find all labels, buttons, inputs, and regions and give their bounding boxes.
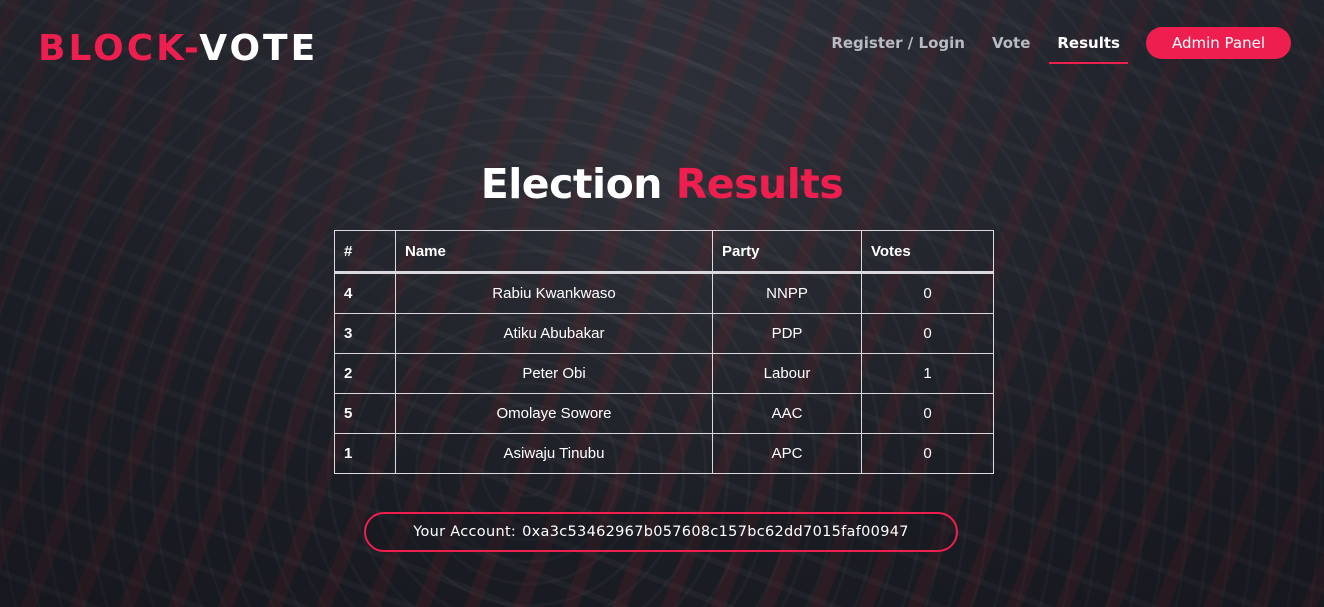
table-row: 3 Atiku Abubakar PDP 0 [334,313,994,354]
table-row: 4 Rabiu Kwankwaso NNPP 0 [334,272,994,314]
nav-vote[interactable]: Vote [992,26,1030,60]
account-address: 0xa3c53462967b057608c157bc62dd7015faf009… [522,524,909,540]
cell-id: 2 [334,353,396,394]
account-label: Your Account: [413,524,517,540]
cell-name: Peter Obi [395,353,713,394]
cell-name: Omolaye Sowore [395,393,713,434]
nav-results[interactable]: Results [1049,26,1128,64]
results-table-head: # Name Party Votes [334,230,994,274]
cell-votes: 0 [861,272,994,314]
header-index: # [334,230,396,274]
cell-party: APC [712,433,862,474]
cell-name: Atiku Abubakar [395,313,713,354]
cell-party: PDP [712,313,862,354]
cell-party: AAC [712,393,862,434]
header-party: Party [712,230,862,274]
cell-votes: 1 [861,353,994,394]
cell-votes: 0 [861,433,994,474]
brand-logo-part2: VOTE [199,28,319,69]
table-row: 2 Peter Obi Labour 1 [334,353,994,394]
table-row: 5 Omolaye Sowore AAC 0 [334,393,994,434]
account-badge: Your Account: 0xa3c53462967b057608c157bc… [364,512,958,552]
header-name: Name [395,230,713,274]
page-title-main: Election [480,160,663,208]
table-header-row: # Name Party Votes [334,230,994,274]
page-title-accent: Results [675,160,844,208]
page: BLOCK-VOTE Register / Login Vote Results… [0,0,1324,607]
cell-votes: 0 [861,313,994,354]
admin-panel-button[interactable]: Admin Panel [1145,27,1291,59]
cell-id: 4 [334,272,396,314]
nav-register-login[interactable]: Register / Login [831,26,965,60]
header-votes: Votes [861,230,994,274]
brand-logo[interactable]: BLOCK-VOTE [38,28,318,70]
cell-party: Labour [712,353,862,394]
results-table: # Name Party Votes 4 Rabiu Kwankwaso NNP… [334,230,994,474]
cell-party: NNPP [712,272,862,314]
cell-votes: 0 [861,393,994,434]
cell-id: 5 [334,393,396,434]
results-table-body: 4 Rabiu Kwankwaso NNPP 0 3 Atiku Abubaka… [334,272,994,474]
brand-logo-part1: BLOCK- [38,28,200,69]
cell-id: 1 [334,433,396,474]
cell-name: Asiwaju Tinubu [395,433,713,474]
cell-id: 3 [334,313,396,354]
page-title: Election Results [0,158,1324,210]
top-nav: Register / Login Vote Results Admin Pane… [804,26,1291,64]
cell-name: Rabiu Kwankwaso [395,272,713,314]
table-row: 1 Asiwaju Tinubu APC 0 [334,433,994,474]
